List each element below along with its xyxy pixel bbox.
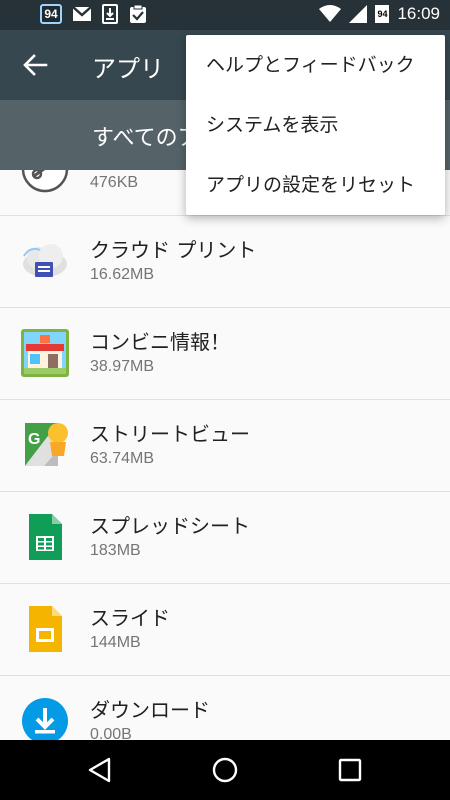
app-size: 476KB <box>90 174 139 191</box>
list-item[interactable]: コンビニ情報！ 38.97MB <box>0 308 450 400</box>
back-arrow-icon[interactable] <box>20 50 50 80</box>
app-name: コンビニ情報！ <box>90 330 230 354</box>
app-name: スプレッドシート <box>90 514 250 538</box>
nav-back-icon[interactable] <box>85 755 115 785</box>
navigation-bar <box>0 740 450 800</box>
list-item[interactable]: ダウンロード 0.00B <box>0 676 450 740</box>
convenience-store-icon <box>20 328 70 378</box>
list-item[interactable]: スプレッドシート 183MB <box>0 492 450 584</box>
status-bar: 94 94 16:09 <box>0 0 450 30</box>
menu-item-reset-app-preferences[interactable]: アプリの設定をリセット <box>186 155 445 215</box>
app-size: 38.97MB <box>90 358 155 375</box>
street-view-icon: G <box>20 420 70 470</box>
cloud-print-icon <box>20 236 70 286</box>
nav-home-icon[interactable] <box>210 755 240 785</box>
app-name: ストリートビュー <box>90 422 250 446</box>
app-name: クラウド プリント <box>90 238 257 262</box>
badge-icon: 94 <box>40 4 62 24</box>
app-name: スライド <box>90 606 170 630</box>
wifi-icon <box>319 5 342 22</box>
list-item[interactable]: クラウド プリント 16.62MB <box>0 216 450 308</box>
app-icon-partial <box>20 170 70 194</box>
list-item[interactable]: スライド 144MB <box>0 584 450 676</box>
clipboard-check-icon <box>130 4 146 23</box>
app-size: 16.62MB <box>90 266 155 283</box>
signal-icon <box>349 5 368 23</box>
app-size: 63.74MB <box>90 450 155 467</box>
status-time: 16:09 <box>397 4 440 23</box>
slides-icon <box>20 604 70 654</box>
app-size: 144MB <box>90 634 141 651</box>
app-size: 0.00B <box>90 726 132 740</box>
nav-recents-icon[interactable] <box>335 755 365 785</box>
overflow-menu: ヘルプとフィードバック システムを表示 アプリの設定をリセット <box>186 35 445 215</box>
list-item[interactable]: G ストリートビュー 63.74MB <box>0 400 450 492</box>
app-size: 183MB <box>90 542 141 559</box>
downloads-icon <box>20 696 70 740</box>
page-title: アプリ <box>92 55 164 83</box>
sheets-icon <box>20 512 70 562</box>
app-name: ダウンロード <box>90 698 210 722</box>
menu-item-show-system[interactable]: システムを表示 <box>186 95 445 155</box>
gmail-icon <box>72 6 92 21</box>
battery-icon: 94 <box>375 5 390 23</box>
app-list: 476KB クラウド プリント 16.62MB コンビニ情報！ 38.97MB … <box>0 170 450 740</box>
menu-item-help-feedback[interactable]: ヘルプとフィードバック <box>186 35 445 95</box>
download-icon <box>102 4 118 24</box>
svg-text:G: G <box>28 431 40 448</box>
